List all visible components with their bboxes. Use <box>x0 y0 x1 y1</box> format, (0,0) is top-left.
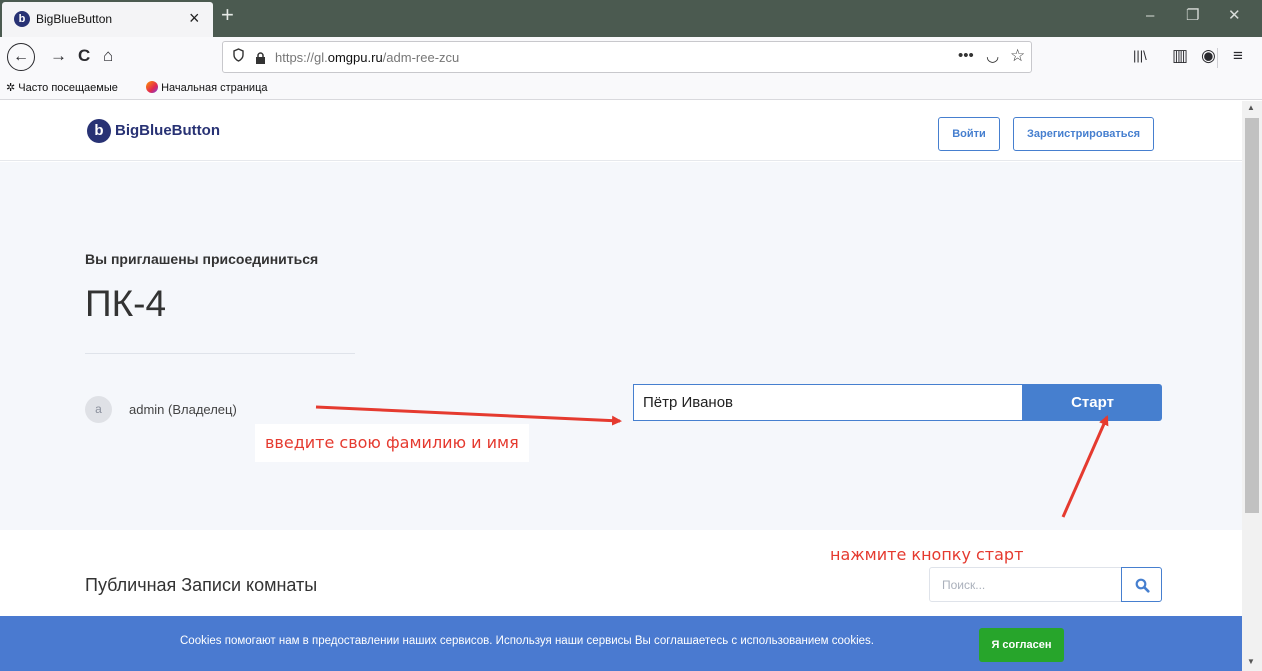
search-icon <box>1135 578 1150 593</box>
sidebar-icon[interactable]: ▥ <box>1172 45 1188 67</box>
name-input[interactable] <box>633 384 1023 421</box>
brand-name[interactable]: BigBlueButton <box>115 122 220 139</box>
search-button[interactable] <box>1121 567 1162 602</box>
account-icon[interactable]: ◉ <box>1201 45 1216 67</box>
tracking-shield-icon[interactable] <box>233 48 244 65</box>
forward-button[interactable]: → <box>50 45 67 67</box>
restore-button[interactable]: ❐ <box>1186 6 1199 26</box>
annotation-enter-name: введите свою фамилию и имя <box>255 424 529 462</box>
owner-name: admin (Владелец) <box>129 402 237 417</box>
join-section: Вы приглашены присоединиться ПК-4 a admi… <box>0 162 1242 574</box>
search-input[interactable] <box>929 567 1122 602</box>
cookie-banner: Cookies помогают нам в предоставлении на… <box>0 616 1242 671</box>
reload-button[interactable]: C <box>78 45 90 67</box>
browser-tab-strip: b BigBlueButton × + – ❐ ✕ <box>0 0 1262 37</box>
bookmark-star-icon[interactable]: ☆ <box>1010 46 1025 66</box>
browser-tab[interactable]: b BigBlueButton × <box>2 2 213 37</box>
divider <box>85 353 355 354</box>
start-button[interactable]: Старт <box>1023 384 1162 421</box>
bookmark-most-visited[interactable]: ✲ Часто посещаемые <box>6 81 118 94</box>
navigation-toolbar: ← → C ⌂ https://gl.omgpu.ru/adm-ree-zcu … <box>0 37 1262 78</box>
page-viewport: b BigBlueButton Войти Зарегистрироваться… <box>0 101 1242 671</box>
site-header: b BigBlueButton Войти Зарегистрироваться <box>0 101 1242 161</box>
close-icon[interactable]: × <box>189 8 200 28</box>
url-path: /adm-ree-zcu <box>382 50 460 65</box>
scroll-down-icon[interactable]: ▼ <box>1247 657 1255 666</box>
lock-icon[interactable] <box>255 51 266 64</box>
signup-button[interactable]: Зарегистрироваться <box>1013 117 1154 151</box>
bigbluebutton-logo-icon: b <box>14 11 30 27</box>
gear-icon: ✲ <box>6 82 16 94</box>
tab-title: BigBlueButton <box>36 12 113 26</box>
menu-icon[interactable]: ≡ <box>1233 45 1243 67</box>
cookie-text: Cookies помогают нам в предоставлении на… <box>180 635 874 647</box>
invited-label: Вы приглашены присоединиться <box>85 251 319 267</box>
url-prefix: https://gl. <box>275 50 328 65</box>
login-button[interactable]: Войти <box>938 117 1000 151</box>
bookmarks-toolbar: ✲ Часто посещаемые Начальная страница <box>0 78 1262 100</box>
cookie-accept-button[interactable]: Я согласен <box>979 628 1064 662</box>
bookmark-label: Начальная страница <box>161 82 268 94</box>
url-domain: omgpu.ru <box>327 50 383 65</box>
scroll-up-icon[interactable]: ▲ <box>1247 103 1255 112</box>
firefox-icon <box>146 81 158 93</box>
home-button[interactable]: ⌂ <box>103 45 113 67</box>
back-button[interactable]: ← <box>7 43 35 71</box>
library-icon[interactable]: |||\ <box>1133 45 1147 67</box>
page-actions-icon[interactable]: ••• <box>958 47 974 64</box>
url-text[interactable]: https://gl.omgpu.ru/adm-ree-zcu <box>275 50 459 65</box>
bookmark-start-page[interactable]: Начальная страница <box>146 81 268 94</box>
avatar: a <box>85 396 112 423</box>
bigbluebutton-logo-icon[interactable]: b <box>87 119 111 143</box>
new-tab-button[interactable]: + <box>221 2 234 28</box>
bookmark-label: Часто посещаемые <box>18 82 118 94</box>
toolbar-divider <box>1217 48 1218 68</box>
room-name: ПК-4 <box>85 283 167 324</box>
recordings-title: Публичная Записи комнаты <box>85 575 318 595</box>
minimize-button[interactable]: – <box>1146 6 1154 26</box>
close-window-button[interactable]: ✕ <box>1228 6 1241 26</box>
scrollbar-thumb[interactable] <box>1245 118 1259 513</box>
pocket-icon[interactable]: ◡ <box>986 47 999 65</box>
address-bar[interactable]: https://gl.omgpu.ru/adm-ree-zcu ••• ◡ ☆ <box>222 41 1032 73</box>
